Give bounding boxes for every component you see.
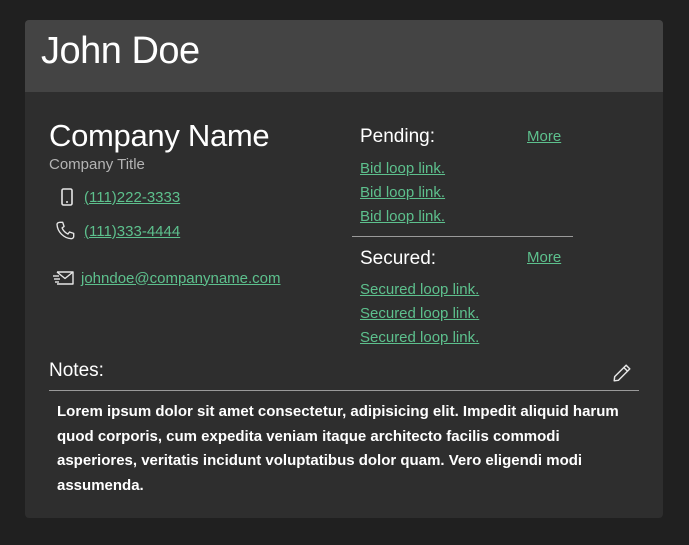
pending-title: Pending: <box>360 126 436 147</box>
company-title: Company Title <box>49 156 145 173</box>
pending-more-link[interactable]: More <box>527 128 561 145</box>
bid-loop-link[interactable]: Bid loop link. <box>360 160 445 177</box>
mobile-phone-row: (111)222-3333 <box>57 187 180 207</box>
secured-loop-link[interactable]: Secured loop link. <box>360 305 479 322</box>
office-phone-row: (111)333-4444 <box>53 219 180 243</box>
edit-notes-button[interactable] <box>611 362 633 384</box>
secured-more-link[interactable]: More <box>527 249 561 266</box>
office-phone-link[interactable]: (111)333-4444 <box>84 223 180 240</box>
email-row: johndoe@companyname.com <box>52 267 281 289</box>
bid-loop-link[interactable]: Bid loop link. <box>360 208 445 225</box>
secured-loop-link[interactable]: Secured loop link. <box>360 329 479 346</box>
notes-divider <box>49 390 639 391</box>
section-divider <box>352 236 573 237</box>
phone-handset-icon <box>53 219 77 243</box>
email-link[interactable]: johndoe@companyname.com <box>81 270 281 287</box>
pencil-icon <box>611 362 633 384</box>
bid-loop-link[interactable]: Bid loop link. <box>360 184 445 201</box>
list-item: Bid loop link. <box>360 157 445 181</box>
secured-title: Secured: <box>360 248 437 269</box>
notes-title: Notes: <box>49 360 104 381</box>
mobile-phone-icon <box>57 187 77 207</box>
notes-body: Lorem ipsum dolor sit amet consectetur, … <box>57 403 619 494</box>
list-item: Bid loop link. <box>360 181 445 205</box>
card-header: John Doe <box>25 20 663 92</box>
secured-loop-link[interactable]: Secured loop link. <box>360 281 479 298</box>
list-item: Secured loop link. <box>360 326 479 350</box>
envelope-icon <box>52 267 76 289</box>
mobile-phone-link[interactable]: (111)222-3333 <box>84 189 180 206</box>
list-item: Secured loop link. <box>360 302 479 326</box>
secured-links: Secured loop link. Secured loop link. Se… <box>360 278 479 350</box>
pending-links: Bid loop link. Bid loop link. Bid loop l… <box>360 157 445 229</box>
contact-card: John Doe Company Name Company Title (111… <box>25 20 663 518</box>
contact-name: John Doe <box>41 30 200 72</box>
list-item: Secured loop link. <box>360 278 479 302</box>
company-name: Company Name <box>49 118 270 153</box>
list-item: Bid loop link. <box>360 205 445 229</box>
